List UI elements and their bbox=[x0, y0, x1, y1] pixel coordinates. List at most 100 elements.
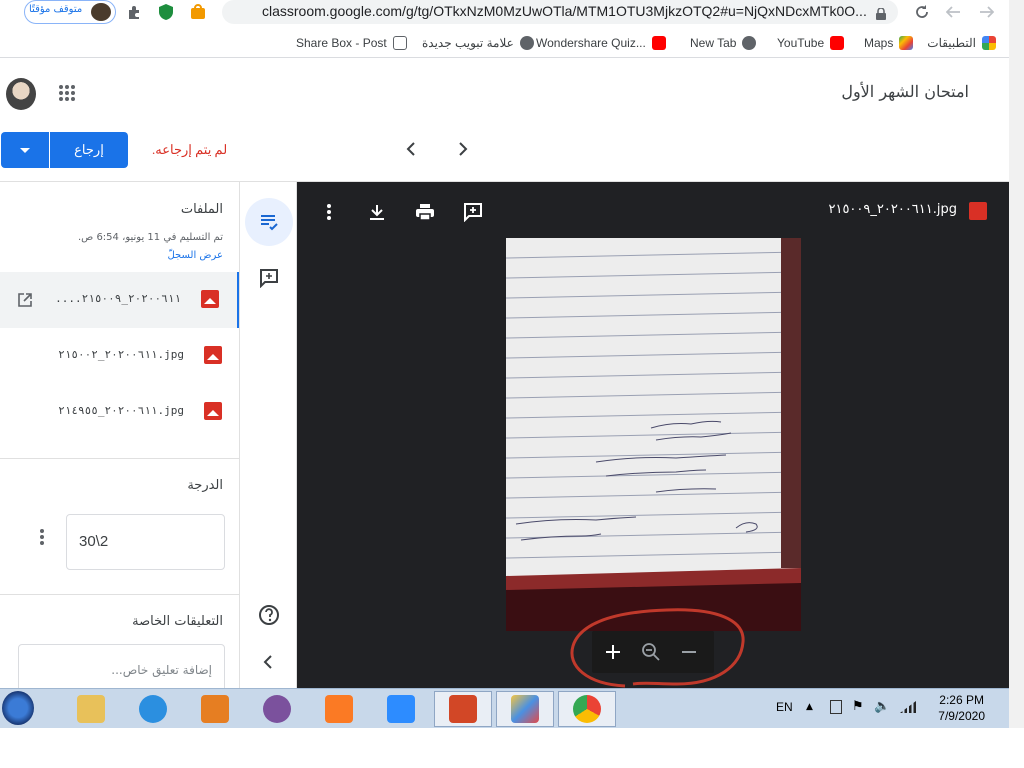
taskbar-xampp[interactable] bbox=[310, 691, 368, 727]
more-vert-icon[interactable] bbox=[34, 528, 50, 546]
maps-icon bbox=[899, 36, 914, 50]
download-icon[interactable] bbox=[365, 200, 389, 224]
volume-icon[interactable]: 🔈 bbox=[874, 699, 890, 714]
taskbar-ie[interactable] bbox=[124, 691, 182, 727]
shield-extension-icon[interactable] bbox=[156, 2, 176, 22]
clock-time: 2:26 PM bbox=[939, 693, 984, 707]
extensions-icon[interactable] bbox=[124, 2, 144, 22]
file-name: ٢٠٢٠٠٦١١_٢١٤٩٥٥.jpg bbox=[58, 404, 184, 417]
url-text: classroom.google.com/g/tg/OTkxNzM0MzUwOT… bbox=[262, 3, 867, 19]
viewer-file-title: ٢٠٢٠٠٦١١_٢١٥٠٠٩.jpg bbox=[828, 202, 957, 217]
submitted-photo[interactable] bbox=[506, 238, 801, 631]
return-button[interactable]: إرجاع bbox=[50, 132, 128, 168]
bookmark-maps[interactable]: Maps bbox=[864, 34, 914, 52]
flag-icon[interactable]: ⚑ bbox=[852, 699, 864, 714]
divider bbox=[0, 458, 239, 459]
network-icon[interactable] bbox=[900, 701, 916, 713]
taskbar-media[interactable] bbox=[186, 691, 244, 727]
private-comment-input[interactable]: إضافة تعليق خاص... bbox=[18, 644, 225, 688]
reload-icon[interactable] bbox=[912, 2, 932, 22]
forward-icon[interactable] bbox=[944, 2, 964, 22]
taskbar-powerpoint[interactable] bbox=[434, 691, 492, 727]
file-viewer: ٢٠٢٠٠٦١١_٢١٥٠٠٩.jpg bbox=[297, 182, 1009, 688]
open-new-window-icon[interactable] bbox=[18, 292, 32, 307]
collapse-chevron-icon[interactable] bbox=[261, 654, 277, 670]
bookmark-share-box[interactable]: Share Box - Post bbox=[296, 34, 407, 52]
grade-heading: الدرجة bbox=[187, 478, 223, 493]
taskbar-chrome[interactable] bbox=[558, 691, 616, 727]
comments-tab-icon[interactable] bbox=[259, 268, 279, 289]
profile-chip[interactable]: متوقف مؤقتًا bbox=[24, 0, 116, 24]
show-hidden-icons-icon[interactable]: ▲ bbox=[806, 702, 813, 712]
files-tab-button[interactable] bbox=[245, 198, 293, 246]
bookmark-youtube[interactable]: YouTube bbox=[777, 34, 845, 52]
bookmark-new-tab[interactable]: New Tab bbox=[690, 34, 757, 52]
chrome-icon bbox=[573, 695, 601, 723]
profile-avatar bbox=[91, 3, 111, 21]
language-indicator[interactable]: EN bbox=[776, 700, 793, 714]
app-header: امتحان الشهر الأول bbox=[0, 60, 1009, 130]
back-icon[interactable] bbox=[976, 2, 996, 22]
google-apps-icon[interactable] bbox=[58, 84, 76, 102]
bag-extension-icon[interactable] bbox=[188, 2, 208, 22]
chevron-right-icon[interactable] bbox=[454, 141, 470, 157]
bookmark-label: علامة تبويب جديدة bbox=[422, 36, 514, 50]
chevron-left-icon[interactable] bbox=[404, 141, 420, 157]
address-bar[interactable]: classroom.google.com/g/tg/OTkxNzM0MzUwOT… bbox=[222, 0, 898, 24]
files-heading: الملفات bbox=[180, 202, 223, 217]
image-file-icon bbox=[969, 202, 987, 220]
scrollbar[interactable] bbox=[1009, 0, 1024, 728]
file-name: ٢٠٢٠٠٦١١_٢١٥٠٠٢.jpg bbox=[58, 348, 184, 361]
system-clock[interactable]: 2:26 PM 7/9/2020 bbox=[938, 692, 985, 724]
box-icon bbox=[392, 36, 407, 50]
bookmark-apps[interactable]: التطبيقات bbox=[927, 34, 996, 52]
view-history-link[interactable]: عرض السجلّ bbox=[167, 250, 223, 261]
bookmarks-bar: التطبيقات Maps YouTube New Tab Wondersha… bbox=[0, 28, 1024, 58]
image-file-icon bbox=[201, 290, 219, 308]
file-row[interactable]: ٢٠٢٠٠٦١١_٢١٥٠٠٢.jpg bbox=[0, 328, 239, 384]
submitted-text: تم التسليم في 11 يونيو، 6:54 ص. bbox=[77, 232, 223, 243]
return-dropdown-button[interactable] bbox=[1, 132, 49, 168]
status-not-returned: لم يتم إرجاعه. bbox=[152, 142, 228, 157]
image-file-icon bbox=[204, 346, 222, 364]
xampp-icon bbox=[325, 695, 353, 723]
taskbar-viber[interactable] bbox=[248, 691, 306, 727]
file-row[interactable]: ....٢٠٢٠٠٦١١_٢١٥٠٠٩ bbox=[0, 272, 239, 328]
bookmark-label: Wondershare Quiz... bbox=[536, 36, 646, 50]
help-icon[interactable] bbox=[258, 604, 280, 626]
folder-icon bbox=[77, 695, 105, 723]
taskbar-zoom[interactable] bbox=[372, 691, 430, 727]
user-avatar[interactable] bbox=[6, 78, 36, 110]
taskbar-explorer[interactable] bbox=[62, 691, 120, 727]
browser-toolbar: متوقف مؤقتًا classroom.google.com/g/tg/O… bbox=[0, 0, 1024, 24]
paint-icon bbox=[511, 695, 539, 723]
panel-icon-column bbox=[241, 182, 297, 688]
add-comment-icon[interactable] bbox=[461, 200, 485, 224]
ie-icon bbox=[139, 695, 167, 723]
more-vert-icon[interactable] bbox=[317, 200, 341, 224]
youtube-icon bbox=[830, 36, 845, 50]
windows-taskbar: EN ▲ ⚑ 🔈 2:26 PM 7/9/2020 bbox=[0, 688, 1009, 728]
bookmark-label: New Tab bbox=[690, 36, 737, 50]
bookmark-wondershare[interactable]: Wondershare Quiz... bbox=[536, 34, 666, 52]
assignment-list-icon bbox=[259, 212, 279, 236]
viber-icon bbox=[263, 695, 291, 723]
taskbar-paint[interactable] bbox=[496, 691, 554, 727]
file-row[interactable]: ٢٠٢٠٠٦١١_٢١٤٩٥٥.jpg bbox=[0, 384, 239, 440]
device-icon[interactable] bbox=[830, 700, 842, 714]
apps-grid-icon bbox=[982, 36, 996, 50]
divider bbox=[0, 594, 239, 595]
bookmark-label: YouTube bbox=[777, 36, 825, 50]
grade-input[interactable]: 30\2 bbox=[66, 514, 225, 570]
profile-label: متوقف مؤقتًا bbox=[29, 4, 83, 15]
clock-date: 7/9/2020 bbox=[938, 709, 985, 723]
private-comment-placeholder: إضافة تعليق خاص... bbox=[111, 663, 212, 677]
bookmark-new-tab-ar[interactable]: علامة تبويب جديدة bbox=[422, 34, 534, 52]
print-icon[interactable] bbox=[413, 200, 437, 224]
file-name: ....٢٠٢٠٠٦١١_٢١٥٠٠٩ bbox=[55, 292, 181, 305]
start-button[interactable] bbox=[2, 691, 34, 725]
red-annotation-circle bbox=[567, 608, 745, 688]
image-file-icon bbox=[204, 402, 222, 420]
bookmark-label: التطبيقات bbox=[927, 36, 976, 50]
page-title: امتحان الشهر الأول bbox=[841, 82, 969, 101]
